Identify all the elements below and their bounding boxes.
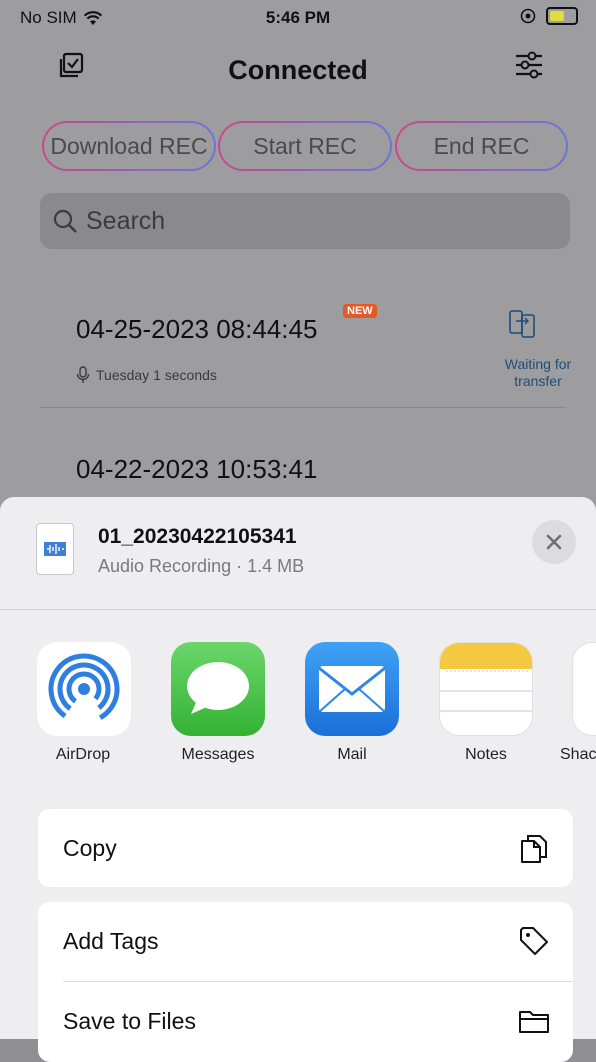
action-group-files: Add Tags Save to Files xyxy=(38,902,573,1062)
close-button[interactable] xyxy=(532,520,576,564)
file-name: 01_20230422105341 xyxy=(98,525,297,548)
share-sheet: 01_20230422105341 Audio Recording · 1.4 … xyxy=(0,497,596,1062)
messages-icon xyxy=(187,662,249,714)
share-app-row: AirDrop Messages Mail Notes Shac xyxy=(0,642,596,782)
battery-icon xyxy=(546,7,578,25)
transfer-status: Waiting for transfer xyxy=(504,356,572,389)
new-badge: NEW xyxy=(343,304,377,318)
rec-controls: Download REC Start REC End REC xyxy=(42,121,570,175)
recording-item[interactable]: 04-22-2023 10:53:41 xyxy=(40,440,566,490)
orientation-lock-icon xyxy=(520,8,536,24)
share-header: 01_20230422105341 Audio Recording · 1.4 … xyxy=(0,497,596,610)
action-group-copy: Copy xyxy=(38,809,573,887)
share-app-label: Shac xyxy=(560,746,596,763)
share-app-label: Notes xyxy=(465,746,507,763)
sliders-icon[interactable] xyxy=(512,48,546,82)
recording-date: 04-22-2023 10:53:41 xyxy=(76,454,318,484)
mail-icon xyxy=(318,666,386,713)
transfer-icon[interactable] xyxy=(507,308,537,340)
tag-icon xyxy=(520,927,548,955)
audio-file-icon xyxy=(36,523,74,575)
share-app-label: Mail xyxy=(337,746,367,763)
microphone-icon xyxy=(76,366,90,383)
search-input[interactable]: Search xyxy=(40,193,570,249)
end-rec-button[interactable]: End REC xyxy=(395,121,568,171)
action-add-tags[interactable]: Add Tags xyxy=(38,902,573,980)
action-label: Copy xyxy=(63,834,117,861)
action-label: Save to Files xyxy=(63,1007,196,1034)
status-bar: No SIM 5:46 PM xyxy=(0,0,596,40)
action-copy[interactable]: Copy xyxy=(38,809,573,887)
recording-item[interactable]: 04-25-2023 08:44:45 NEW Tuesday 1 second… xyxy=(40,290,571,408)
close-icon xyxy=(546,534,562,550)
notes-icon xyxy=(440,643,532,712)
search-icon xyxy=(53,209,77,233)
list-divider xyxy=(40,407,566,408)
share-app-messages[interactable] xyxy=(171,642,265,736)
folder-icon xyxy=(519,1011,549,1033)
recording-subtitle: Tuesday 1 seconds xyxy=(96,367,217,383)
file-meta: Audio Recording · 1.4 MB xyxy=(98,556,305,576)
action-label: Add Tags xyxy=(63,927,159,954)
share-app-shortcuts[interactable] xyxy=(572,642,596,736)
copy-icon xyxy=(521,835,547,863)
download-rec-button[interactable]: Download REC xyxy=(42,121,216,171)
share-app-label: Messages xyxy=(181,746,255,763)
search-placeholder: Search xyxy=(86,206,166,235)
nav-bar: Connected xyxy=(0,40,596,110)
share-app-notes[interactable] xyxy=(439,642,533,736)
status-time: 5:46 PM xyxy=(265,8,331,27)
start-rec-button[interactable]: Start REC xyxy=(218,121,392,171)
share-app-airdrop[interactable] xyxy=(37,642,131,736)
share-app-label: AirDrop xyxy=(55,746,111,763)
page-title: Connected xyxy=(228,55,368,85)
airdrop-icon xyxy=(48,653,120,725)
action-save-to-files[interactable]: Save to Files xyxy=(38,982,573,1060)
share-app-mail[interactable] xyxy=(305,642,399,736)
recording-date: 04-25-2023 08:44:45 xyxy=(76,314,318,344)
